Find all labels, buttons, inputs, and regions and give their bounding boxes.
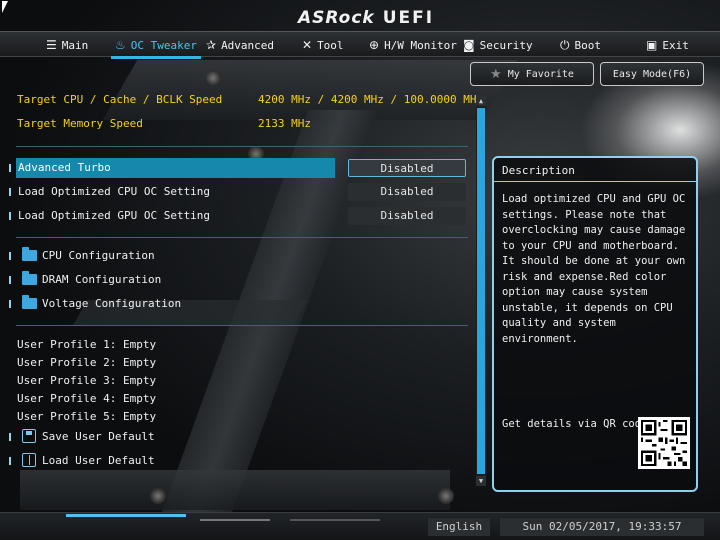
load-user-default-button[interactable]: Load User Default [0,451,470,471]
app-logo: ASRock UEFI [298,8,434,28]
user-profile-2[interactable]: User Profile 2: Empty [17,356,156,369]
mouse-cursor-icon [2,1,8,13]
row-marker [9,276,11,284]
tab-security[interactable]: ◙ Security [463,36,533,54]
user-profile-1[interactable]: User Profile 1: Empty [17,338,156,351]
tab-advanced[interactable]: ✰ Advanced [206,36,274,54]
datetime-display: Sun 02/05/2017, 19:33:57 [500,518,704,536]
save-user-default-button[interactable]: Save User Default [0,427,470,447]
submenu-label: CPU Configuration [42,249,155,262]
folder-icon [22,295,37,309]
qr-code-icon[interactable] [638,417,690,469]
action-label: Save User Default [42,430,155,443]
scrollbar-thumb[interactable] [477,108,485,474]
description-title: Description [494,158,696,182]
action-label: Load User Default [42,454,155,467]
description-panel: Description Load optimized CPU and GPU O… [492,156,698,492]
shield-icon: ◙ [463,38,475,52]
submenu-cpu-configuration[interactable]: CPU Configuration [0,246,470,266]
product-name: UEFI [382,8,435,28]
decor-accent [200,519,270,521]
option-label: Load Optimized CPU OC Setting [18,185,211,198]
scroll-up-arrow-icon[interactable]: ▲ [476,96,486,106]
my-favorite-label: My Favorite [507,68,574,80]
user-profile-3[interactable]: User Profile 3: Empty [17,374,156,387]
tab-exit[interactable]: ▣ Exit [646,36,689,54]
tab-label: Boot [574,38,602,52]
save-icon [22,429,36,443]
divider [16,237,468,238]
tools-icon: ✕ [302,38,313,52]
decor-accent [290,519,380,521]
user-profile-4[interactable]: User Profile 4: Empty [17,392,156,405]
list-icon: ☰ [46,38,57,52]
divider [16,325,468,326]
submenu-label: Voltage Configuration [42,297,182,310]
option-load-optimized-gpu-oc[interactable]: Load Optimized GPU OC Setting Disabled [0,206,470,226]
submenu-voltage-configuration[interactable]: Voltage Configuration [0,294,470,314]
row-marker [9,212,11,220]
power-icon: ⏻ [560,37,570,52]
option-value-dropdown[interactable]: Disabled [348,183,466,201]
top-navigation: ☰ Main ♨ OC Tweaker ✰ Advanced ✕ Tool ⊕ … [0,31,720,59]
description-text: Load optimized CPU and GPU OC settings. … [502,193,686,345]
option-value-dropdown[interactable]: Disabled [348,207,466,225]
option-advanced-turbo[interactable]: Advanced Turbo Disabled [0,158,470,178]
target-cpu-label: Target CPU / Cache / BCLK Speed [17,93,223,106]
row-marker [9,188,11,196]
settings-panel: Target CPU / Cache / BCLK Speed 4200 MHz… [0,86,483,486]
submenu-dram-configuration[interactable]: DRAM Configuration [0,270,470,290]
easy-mode-button[interactable]: Easy Mode(F6) [600,62,704,86]
tab-tool[interactable]: ✕ Tool [302,36,344,54]
target-memory-label: Target Memory Speed [17,117,143,130]
tab-label: H/W Monitor [384,38,457,52]
folder-icon [22,247,37,261]
row-marker [9,457,11,465]
decor-accent [66,514,186,517]
target-memory-value: 2133 MHz [258,117,311,130]
flame-icon: ♨ [115,38,126,52]
book-icon [22,453,36,467]
scroll-down-arrow-icon[interactable]: ▼ [476,476,486,486]
divider [16,146,468,147]
language-button[interactable]: English [428,518,490,536]
target-cpu-value: 4200 MHz / 4200 MHz / 100.0000 MHz [258,93,484,106]
star-icon: ✰ [206,38,217,52]
tab-label: Advanced [221,38,275,52]
tab-main[interactable]: ☰ Main [46,36,88,54]
option-value-dropdown[interactable]: Disabled [348,159,466,177]
tab-boot[interactable]: ⏻ Boot [560,36,601,54]
tab-label: Security [479,38,533,52]
submenu-label: DRAM Configuration [42,273,162,286]
star-icon: ★ [490,66,502,82]
row-marker [9,300,11,308]
tab-label: Tool [317,38,344,52]
tab-label: Main [61,38,89,52]
row-marker [9,252,11,260]
exit-icon: ▣ [646,38,658,52]
row-marker [9,164,11,172]
tab-oc-tweaker[interactable]: ♨ OC Tweaker [111,36,201,59]
option-load-optimized-cpu-oc[interactable]: Load Optimized CPU OC Setting Disabled [0,182,470,202]
easy-mode-label: Easy Mode(F6) [612,68,692,80]
option-label: Load Optimized GPU OC Setting [18,209,211,222]
user-profile-5[interactable]: User Profile 5: Empty [17,410,156,423]
tab-label: Exit [662,38,689,52]
brand-name: ASRock [298,8,375,28]
qr-code-label: Get details via QR code [502,418,648,430]
row-marker [9,433,11,441]
my-favorite-button[interactable]: ★ My Favorite [470,62,594,86]
tab-label: OC Tweaker [130,38,197,52]
monitor-icon: ⊕ [369,38,380,52]
option-label: Advanced Turbo [18,161,111,174]
folder-icon [22,271,37,285]
tab-hw-monitor[interactable]: ⊕ H/W Monitor [369,36,457,54]
